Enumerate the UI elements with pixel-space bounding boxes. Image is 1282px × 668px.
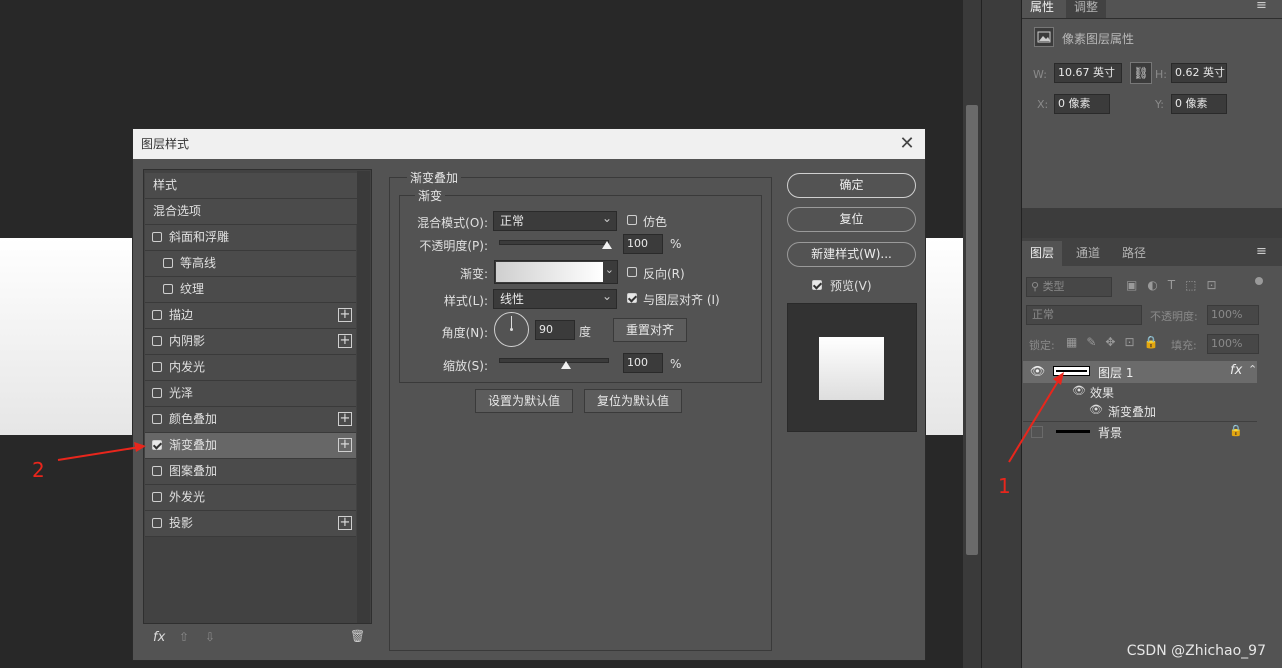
- watermark: CSDN @Zhichao_97: [1126, 643, 1266, 659]
- annotation-1: 1: [998, 474, 1011, 498]
- annotation-2: 2: [32, 458, 45, 482]
- annotation-arrows: [57, 372, 1064, 463]
